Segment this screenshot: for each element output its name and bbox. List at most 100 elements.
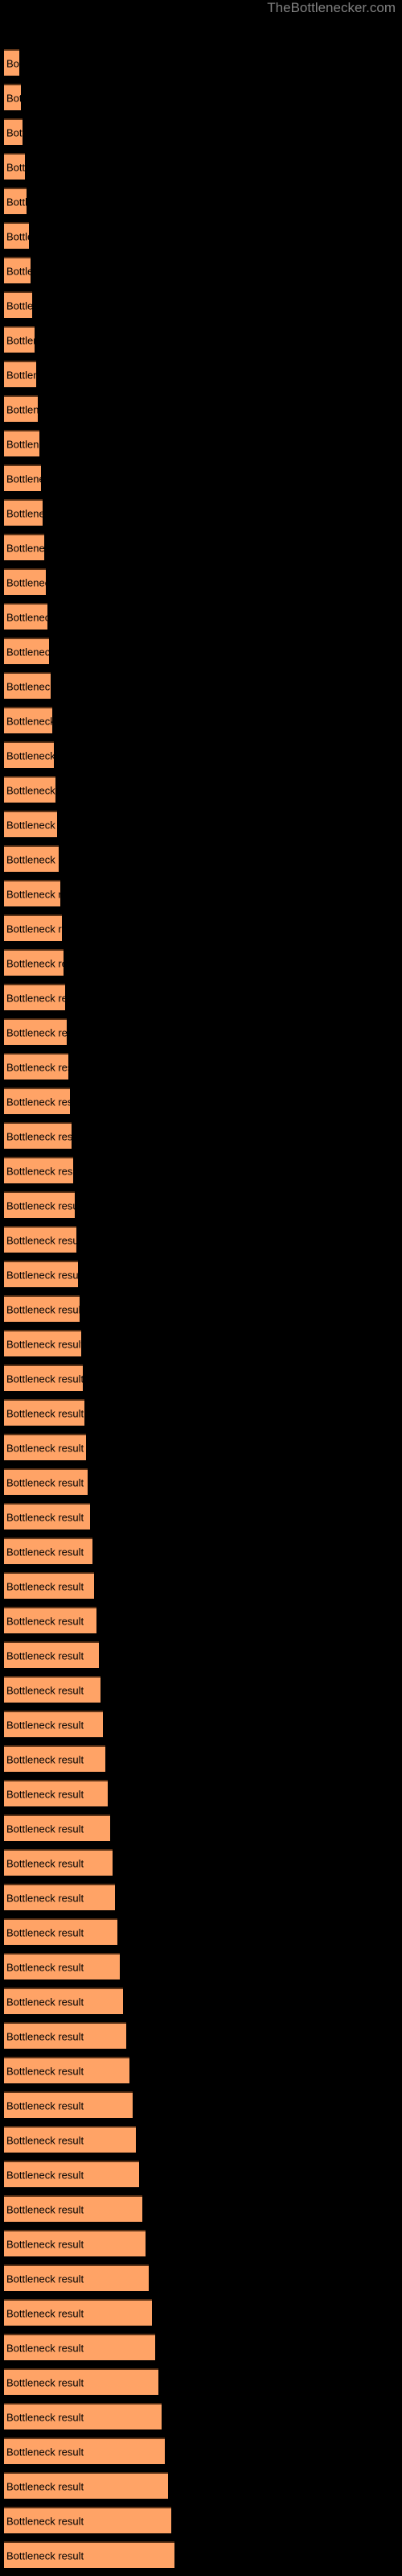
bar-label: Bottleneck result [6, 265, 31, 277]
bar: Bottleneck result [4, 499, 43, 526]
bar-label: Bottleneck result [6, 992, 65, 1004]
bar: Bottleneck result [4, 2541, 174, 2568]
bar: Bottleneck result [4, 2022, 126, 2049]
bar: Bottleneck result [4, 395, 38, 422]
bar: Bottleneck result [4, 949, 64, 976]
bar: Bottleneck result [4, 811, 57, 837]
bar: Bottleneck result [4, 2195, 142, 2222]
bar-label: Bottleneck result [6, 334, 35, 346]
bar: Bottleneck result [4, 84, 21, 110]
bar-label: Bottleneck result [6, 749, 54, 762]
bar: Bottleneck result [4, 2299, 152, 2326]
bar: Bottleneck result [4, 222, 29, 249]
bar: Bottleneck result [4, 1538, 92, 1564]
bar: Bottleneck result [4, 1330, 81, 1356]
bar: Bottleneck result [4, 153, 25, 180]
bar: Bottleneck result [4, 257, 31, 283]
bar-label: Bottleneck result [6, 2065, 84, 2077]
bar-label: Bottleneck result [6, 888, 60, 900]
bar-label: Bottleneck result [6, 1823, 84, 1835]
bar: Bottleneck result [4, 1018, 67, 1045]
bar: Bottleneck result [4, 2230, 146, 2256]
bar-label: Bottleneck result [6, 2480, 84, 2492]
bar-label: Bottleneck result [6, 1753, 84, 1765]
bar-label: Bottleneck result [6, 1061, 68, 1073]
bar: Bottleneck result [4, 2264, 149, 2291]
bar-label: Bottleneck result [6, 403, 38, 415]
bar-label: Bottleneck result [6, 680, 51, 692]
bar: Bottleneck result [4, 1641, 99, 1668]
bar: Bottleneck result [4, 188, 27, 214]
bar-label: Bottleneck result [6, 2446, 84, 2458]
bar: Bottleneck result [4, 1157, 73, 1183]
bar-label: Bottleneck result [6, 1442, 84, 1454]
bar-label: Bottleneck result [6, 473, 41, 485]
bar-label: Bottleneck result [6, 1926, 84, 1938]
bottleneck-bar-chart: Bottleneck result Bottleneck result Bottle… [0, 0, 402, 2576]
bar: Bottleneck result [4, 2057, 129, 2083]
bar-label: Bottleneck result [6, 1580, 84, 1592]
bar-label: Bottleneck result [6, 1476, 84, 1488]
bar-label: Bottleneck result [6, 196, 27, 208]
bar: Bottleneck result [4, 568, 46, 595]
bar: Bottleneck result [4, 361, 36, 387]
bar: Bottleneck result [4, 1191, 75, 1218]
bar-label: Bottleneck result [6, 2342, 84, 2354]
bar: Bottleneck result [4, 1676, 100, 1703]
bar-label: Bottleneck result [6, 957, 64, 969]
bar-label: Bottleneck result [6, 1615, 84, 1627]
bar-label: Bottleneck result [6, 2376, 84, 2388]
bar: Bottleneck result [4, 2507, 171, 2533]
bar: Bottleneck result [4, 1053, 68, 1080]
bar-label: Bottleneck result [6, 2030, 84, 2042]
bar-label: Bottleneck result [6, 1269, 78, 1281]
bar-label: Bottleneck result [6, 1857, 84, 1869]
bar: Bottleneck result [4, 880, 60, 906]
bar-label: Bottleneck result [6, 438, 39, 450]
bar-label: Bottleneck result [6, 1719, 84, 1731]
bar: Bottleneck result [4, 1884, 115, 1910]
bar: Bottleneck result [4, 1918, 117, 1945]
bar-label: Bottleneck result [6, 1407, 84, 1419]
bar: Bottleneck result [4, 603, 47, 630]
bar: Bottleneck result [4, 291, 32, 318]
bar: Bottleneck result [4, 845, 59, 872]
bar: Bottleneck result [4, 2368, 158, 2395]
bar: Bottleneck result [4, 707, 52, 733]
bar: Bottleneck result [4, 2403, 162, 2429]
bar-label: Bottleneck result [6, 299, 32, 312]
bar: Bottleneck result [4, 1503, 90, 1530]
bar-label: Bottleneck result [6, 2203, 84, 2215]
bar: Bottleneck result [4, 1295, 80, 1322]
bar-label: Bottleneck result [6, 57, 19, 69]
bar: Bottleneck result [4, 1988, 123, 2014]
bar: Bottleneck result [4, 1745, 105, 1772]
bar-label: Bottleneck result [6, 784, 55, 796]
bar-label: Bottleneck result [6, 923, 62, 935]
bar-label: Bottleneck result [6, 1338, 81, 1350]
bar-label: Bottleneck result [6, 126, 23, 138]
bar-label: Bottleneck result [6, 1511, 84, 1523]
bar: Bottleneck result [4, 1953, 120, 1979]
bar-label: Bottleneck result [6, 369, 36, 381]
bar: Bottleneck result [4, 1088, 70, 1114]
bar-label: Bottleneck result [6, 1996, 84, 2008]
bar-label: Bottleneck result [6, 2273, 84, 2285]
bar-label: Bottleneck result [6, 611, 47, 623]
bar: Bottleneck result [4, 534, 44, 560]
bar: Bottleneck result [4, 2091, 133, 2118]
bar: Bottleneck result [4, 2126, 136, 2153]
bar: Bottleneck result [4, 1814, 110, 1841]
bar-label: Bottleneck result [6, 1788, 84, 1800]
bar-label: Bottleneck result [6, 1130, 72, 1142]
bar-label: Bottleneck result [6, 1165, 73, 1177]
bar: Bottleneck result [4, 326, 35, 353]
bar-label: Bottleneck result [6, 2099, 84, 2112]
bar-label: Bottleneck result [6, 1649, 84, 1662]
bar: Bottleneck result [4, 2334, 155, 2360]
bar-label: Bottleneck result [6, 1199, 75, 1212]
bar: Bottleneck result [4, 1261, 78, 1287]
bar-label: Bottleneck result [6, 646, 49, 658]
bar: Bottleneck result [4, 914, 62, 941]
bar: Bottleneck result [4, 1607, 96, 1633]
